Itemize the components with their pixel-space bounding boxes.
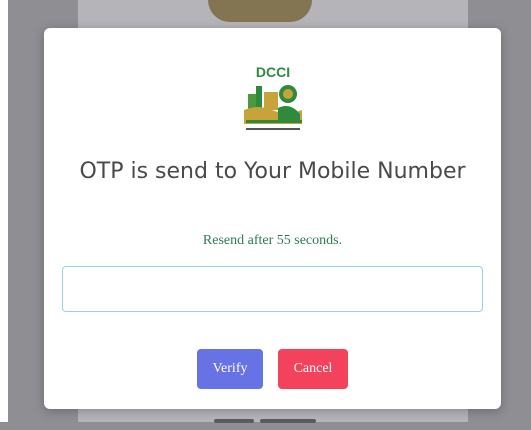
cancel-button[interactable]: Cancel (278, 349, 348, 389)
logo-text: DCCI (256, 64, 290, 80)
resend-timer: Resend after 55 seconds. (202, 233, 343, 248)
background-ornament (208, 0, 312, 22)
background-page-edge (0, 0, 8, 422)
background-text (214, 412, 354, 424)
otp-modal: DCCI OTP is send to Your Mobile Number R… (44, 28, 501, 409)
dcci-logo: DCCI (244, 64, 302, 130)
modal-title: OTP is send to Your Mobile Number (79, 159, 466, 184)
verify-button[interactable]: Verify (197, 349, 263, 389)
otp-input[interactable] (62, 266, 483, 312)
